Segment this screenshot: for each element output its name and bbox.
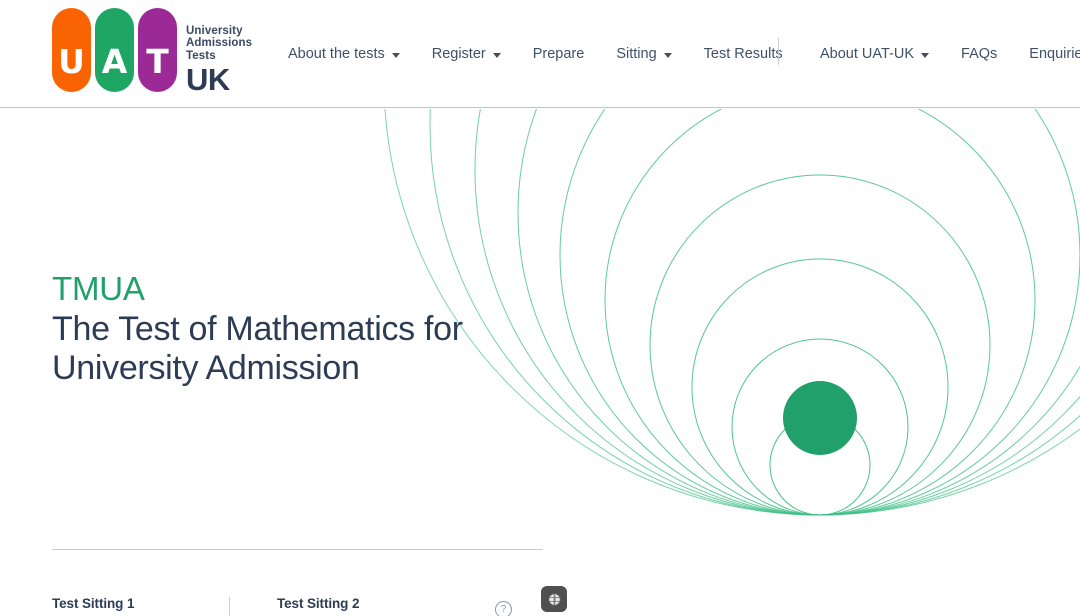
nav-divider <box>778 38 779 65</box>
nav-item-about-uat-uk[interactable]: About UAT-UK <box>820 45 930 62</box>
accessibility-globe-icon <box>548 593 560 605</box>
help-question-icon[interactable]: ? <box>495 601 512 616</box>
nav-item-prepare[interactable]: Prepare <box>533 47 585 62</box>
solid-green-circle <box>783 381 857 455</box>
nav-item-sitting[interactable]: Sitting <box>616 45 672 62</box>
nav-label: Enquiries <box>1029 45 1080 62</box>
page-title: The Test of Mathematics for University A… <box>52 310 552 388</box>
nav-label: Register <box>431 45 486 62</box>
site-logo[interactable]: U A T University Admissions Tests UK <box>52 8 252 96</box>
chevron-down-icon <box>391 52 400 58</box>
test-sitting-2: Test Sitting 2 8 and 9 January 2025 Not … <box>229 596 527 616</box>
chevron-down-icon <box>492 52 501 58</box>
hero-text-block: TMUA The Test of Mathematics for Univers… <box>52 269 552 388</box>
logo-wordmark: University Admissions Tests UK <box>186 8 252 96</box>
nav-label: Sitting <box>616 45 657 62</box>
hero-eyebrow: TMUA <box>52 270 145 307</box>
nav-label: Test Results <box>703 45 783 62</box>
logo-line-admissions: Admissions <box>186 37 253 50</box>
chevron-down-icon <box>663 52 672 58</box>
nav-item-register[interactable]: Register <box>432 47 501 62</box>
hero-section: TMUA The Test of Mathematics for Univers… <box>0 109 1080 616</box>
logo-pill-a: A <box>95 8 134 92</box>
logo-pills: U A T <box>52 8 177 92</box>
nav-label: About UAT-UK <box>820 45 915 62</box>
nav-label: FAQs <box>961 45 998 62</box>
logo-line-university: University <box>186 25 243 37</box>
page-title-line-1: The Test of Mathematics for <box>52 310 463 348</box>
ring-circle <box>517 109 1080 516</box>
nav-label: Prepare <box>532 45 585 62</box>
nav-item-test-results[interactable]: Test Results <box>704 47 783 62</box>
page-root: U A T University Admissions Tests UK Abo… <box>0 0 1080 616</box>
test-sittings: Test Sitting 1 16 and 17 October 2024 Te… <box>52 596 552 616</box>
test-sitting-1-title: Test Sitting 1 <box>52 596 135 611</box>
accessibility-widget-button[interactable] <box>541 586 567 612</box>
ring-circle <box>474 109 1080 516</box>
logo-line-uk: UK <box>186 62 230 98</box>
secondary-navigation: About UAT-UK FAQs Enquiries <box>820 0 1080 108</box>
logo-pill-u: U <box>52 8 91 92</box>
test-sitting-2-title: Test Sitting 2 <box>277 596 360 611</box>
hero-divider <box>52 549 543 550</box>
nav-item-faqs[interactable]: FAQs <box>961 47 997 62</box>
chevron-down-icon <box>921 52 930 58</box>
logo-pill-t: T <box>138 8 177 92</box>
ring-circle <box>649 174 991 516</box>
nav-item-enquiries[interactable]: Enquiries <box>1029 47 1080 62</box>
primary-navigation: About the tests Register Prepare Sitting… <box>288 0 783 108</box>
nav-item-about-the-tests[interactable]: About the tests <box>288 47 400 62</box>
page-title-line-2: University Admission <box>52 349 360 387</box>
nav-label: About the tests <box>288 45 385 62</box>
site-header: U A T University Admissions Tests UK Abo… <box>0 0 1080 108</box>
logo-line-tests: Tests <box>186 49 216 62</box>
test-sitting-1: Test Sitting 1 16 and 17 October 2024 <box>52 596 229 616</box>
